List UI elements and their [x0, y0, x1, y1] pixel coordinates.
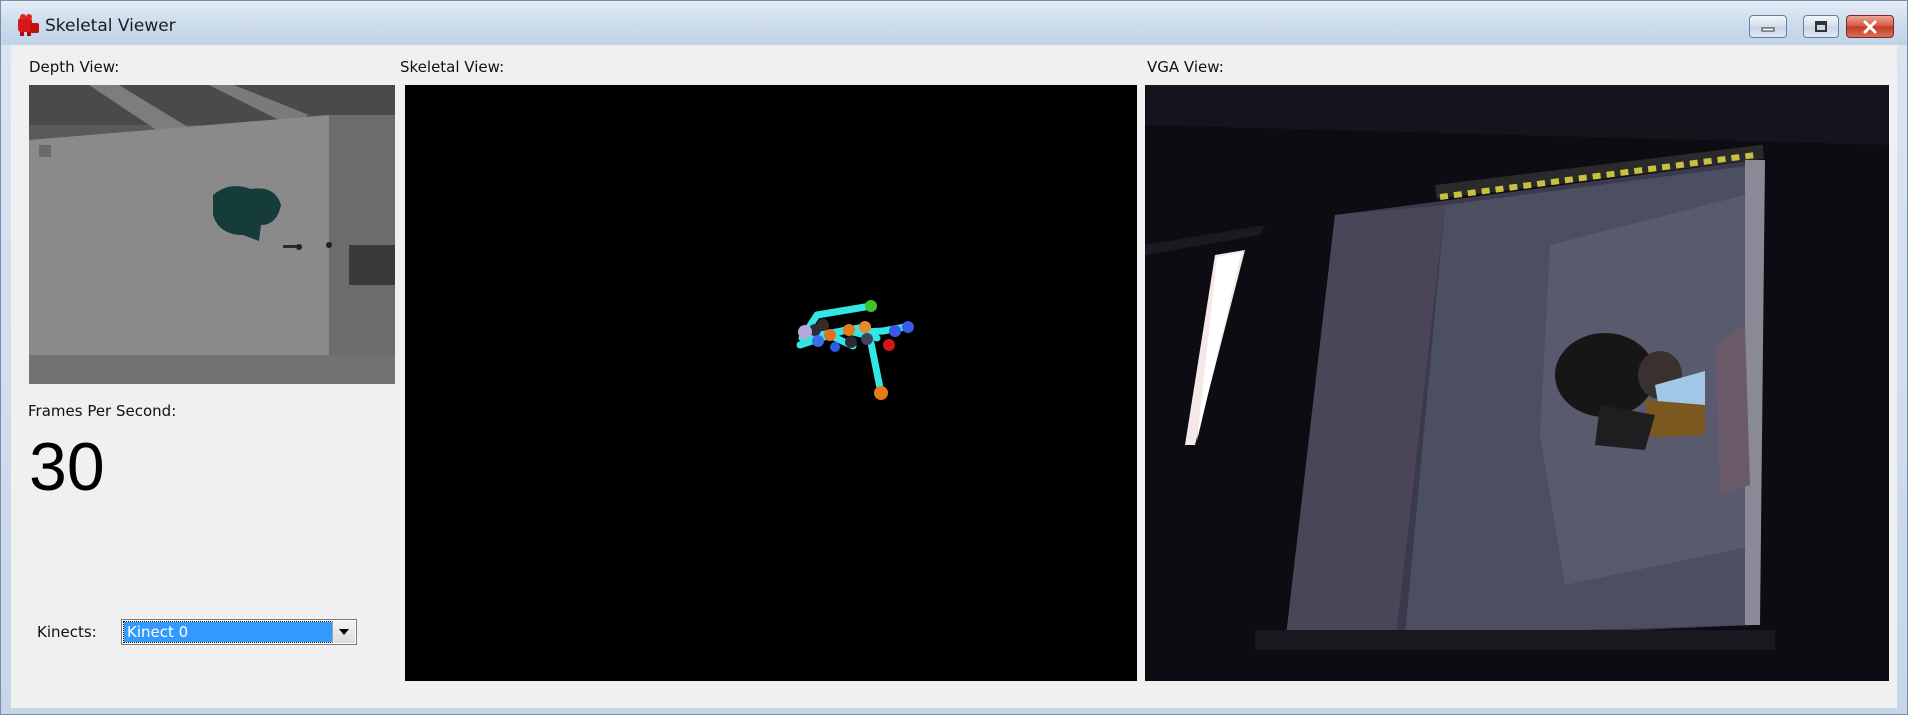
client-area: Depth View: Frames Per Second: 30 Kinect…	[11, 45, 1897, 708]
skeletal-view-label: Skeletal View:	[400, 58, 505, 76]
kinects-selected-value: Kinect 0	[123, 621, 335, 643]
kinect-red-icon	[18, 14, 39, 36]
vga-view-image	[1145, 85, 1889, 681]
vga-view-label: VGA View:	[1147, 58, 1224, 76]
close-button[interactable]	[1846, 15, 1894, 38]
skeletal-viewer-window: Skeletal Viewer Depth View: Frames Per S…	[0, 0, 1908, 715]
chevron-down-icon	[339, 629, 349, 635]
close-icon	[1863, 20, 1877, 33]
kinects-dropdown-toggle[interactable]	[332, 621, 355, 643]
depth-view-label: Depth View:	[29, 58, 120, 76]
fps-label: Frames Per Second:	[28, 402, 177, 420]
skeleton-figure	[796, 300, 914, 400]
maximize-icon	[1815, 20, 1827, 32]
minimize-button[interactable]	[1749, 15, 1787, 38]
maximize-button[interactable]	[1803, 15, 1839, 38]
minimize-icon	[1761, 27, 1775, 31]
skeletal-view-canvas	[405, 85, 1137, 681]
window-title: Skeletal Viewer	[45, 16, 176, 36]
kinects-dropdown[interactable]: Kinect 0	[121, 619, 357, 645]
fps-value: 30	[29, 429, 105, 505]
depth-view-image	[29, 85, 395, 384]
title-bar[interactable]: Skeletal Viewer	[1, 1, 1907, 45]
kinects-label: Kinects:	[37, 623, 97, 641]
